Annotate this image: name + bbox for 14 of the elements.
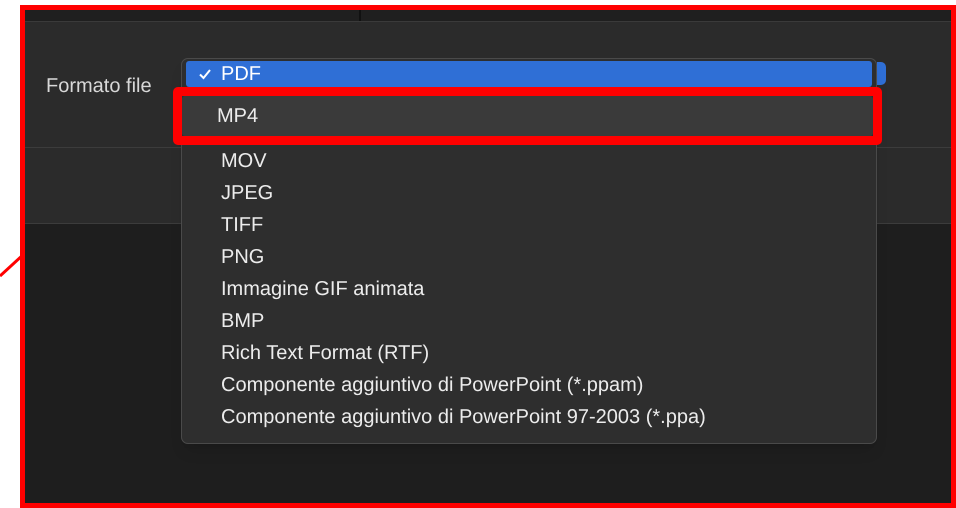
menu-item[interactable]: PNG	[186, 241, 872, 273]
menu-item[interactable]: BMP	[186, 305, 872, 337]
field-label: Formato file	[46, 74, 152, 98]
menu-item[interactable]: Rich Text Format (RTF)	[186, 337, 872, 369]
menu-item[interactable]: Componente aggiuntivo di PowerPoint 97-2003 (*.ppa)	[186, 401, 872, 433]
menu-item[interactable]: MP4	[182, 96, 873, 136]
menu-item[interactable]: JPEG	[186, 177, 872, 209]
checkmark-icon	[198, 67, 212, 81]
menu-item[interactable]: MOV	[186, 145, 872, 177]
menu-item[interactable]: Componente aggiuntivo di PowerPoint (*.ppam)	[186, 369, 872, 401]
menu-item[interactable]: PDF	[186, 61, 872, 87]
menu-item[interactable]: Immagine GIF animata	[186, 273, 872, 305]
menu-item[interactable]: TIFF	[186, 209, 872, 241]
popup-button[interactable]	[877, 62, 886, 85]
